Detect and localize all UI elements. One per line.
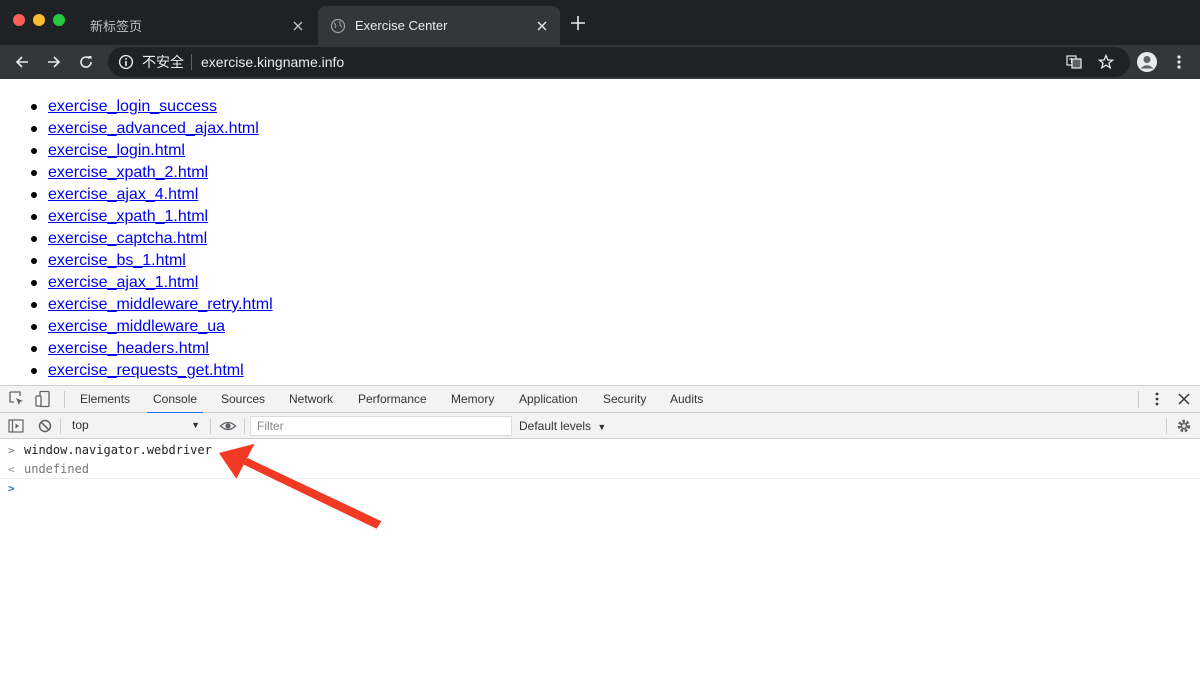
annotation-arrow-icon (219, 443, 382, 529)
